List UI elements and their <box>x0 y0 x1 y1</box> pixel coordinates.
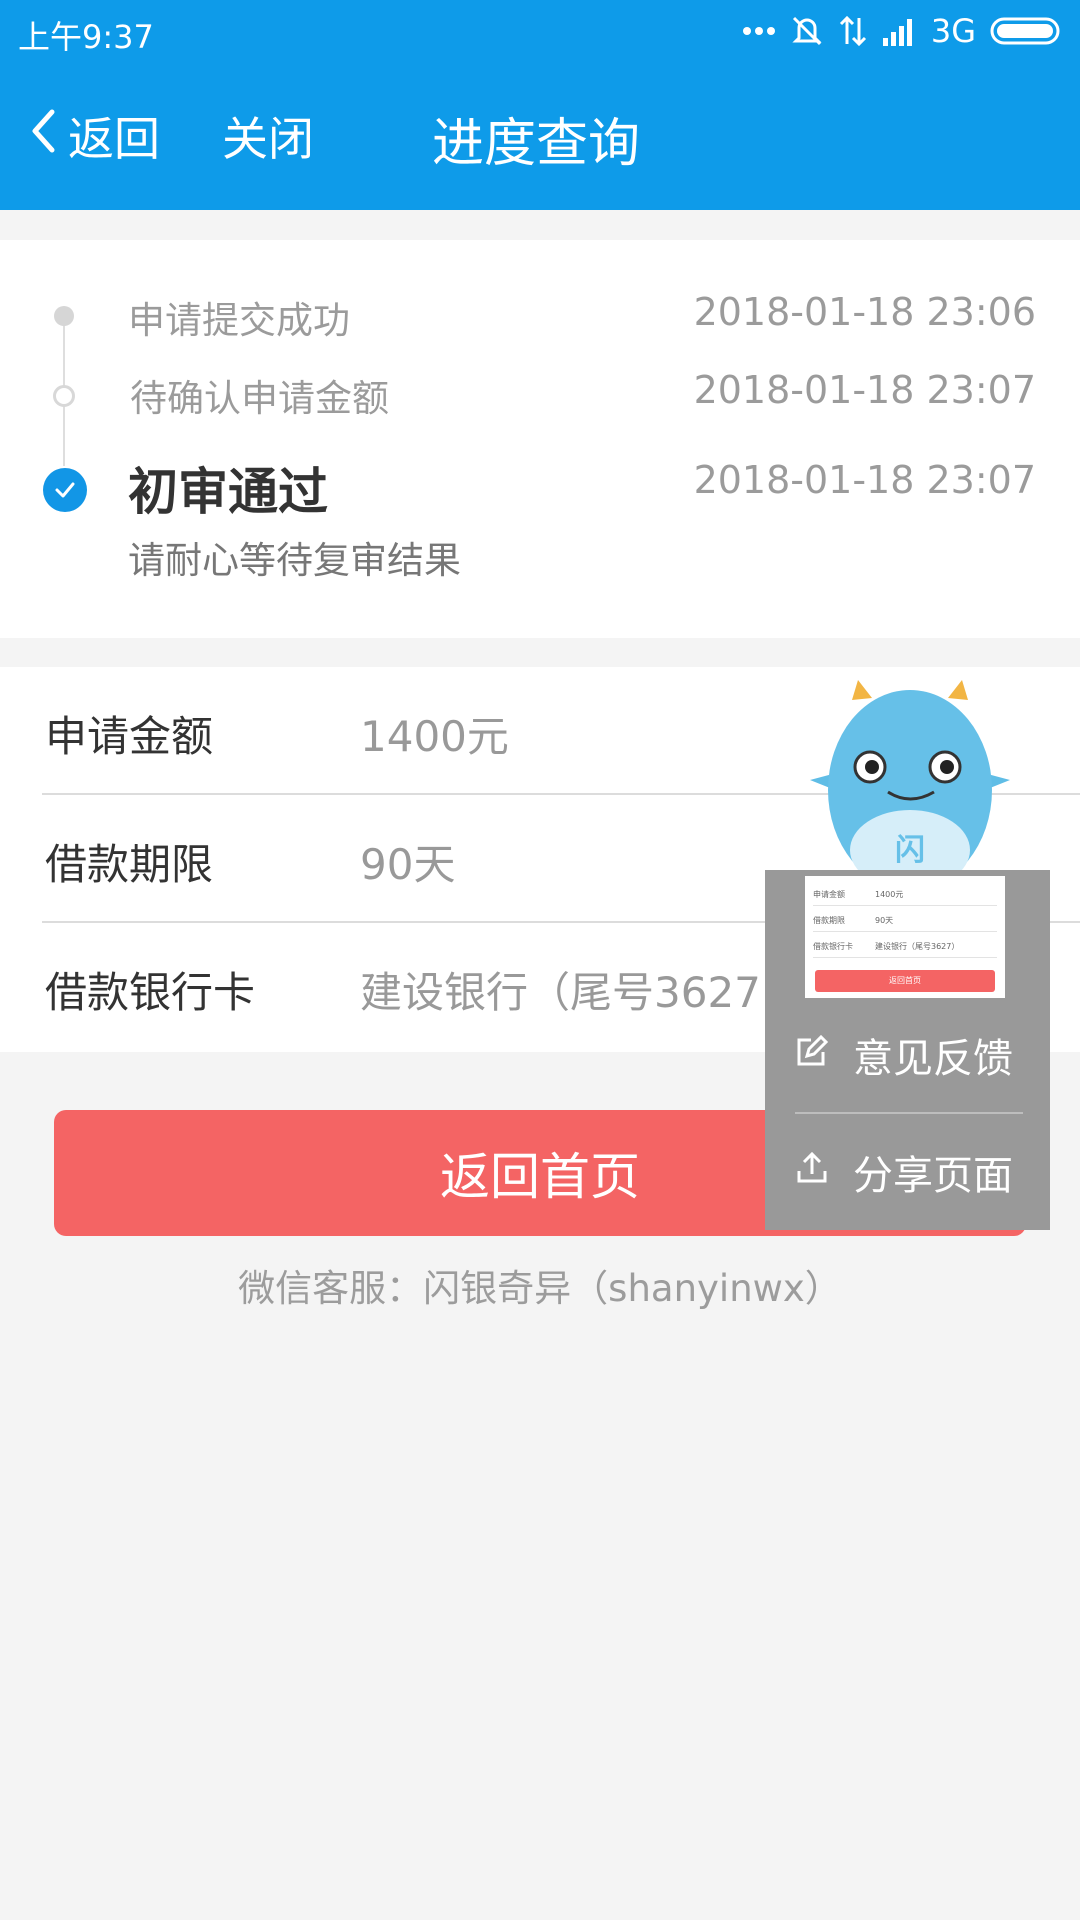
feedback-label: 意见反馈 <box>853 1036 1013 1082</box>
thumb-row: 借款期限 90天 <box>813 906 997 932</box>
status-bar: 上午9:37 3G <box>0 0 1080 62</box>
thumb-label: 借款银行卡 <box>813 942 853 951</box>
step-time: 2018-01-18 23:06 <box>693 290 1036 334</box>
share-menu-item[interactable]: 分享页面 <box>795 1132 1035 1212</box>
nav-bar: 返回 关闭 进度查询 <box>0 95 1080 175</box>
mute-icon <box>789 14 825 48</box>
back-button[interactable]: 返回 <box>30 103 160 169</box>
status-icons: 3G <box>742 10 1062 52</box>
top-bar: 上午9:37 3G 返回 关闭 进度查询 <box>0 0 1080 210</box>
page-thumbnail: 申请金额 1400元 借款期限 90天 借款银行卡 建设银行（尾号3627） 返… <box>805 876 1005 998</box>
progress-card: 申请提交成功 2018-01-18 23:06 待确认申请金额 2018-01-… <box>0 240 1080 638</box>
thumb-row: 借款银行卡 建设银行（尾号3627） <box>813 932 997 958</box>
share-label: 分享页面 <box>853 1153 1013 1199</box>
step-label: 待确认申请金额 <box>130 377 389 420</box>
timeline-dot-done <box>54 306 74 326</box>
network-type: 3G <box>930 12 976 50</box>
step-time: 2018-01-18 23:07 <box>693 458 1036 502</box>
edit-icon <box>795 1032 829 1078</box>
timeline-dot-pending <box>53 385 75 407</box>
step-label: 申请提交成功 <box>128 299 350 342</box>
chevron-left-icon <box>30 108 56 165</box>
feedback-menu-item[interactable]: 意见反馈 <box>795 1015 1035 1095</box>
step-note: 请耐心等待复审结果 <box>128 539 461 582</box>
check-circle-icon <box>43 468 87 512</box>
signal-icon <box>881 16 917 46</box>
thumb-value: 1400元 <box>875 890 904 899</box>
more-dots-icon <box>742 26 775 36</box>
thumb-row: 申请金额 1400元 <box>813 880 997 906</box>
step-time: 2018-01-18 23:07 <box>693 368 1036 412</box>
mascot-image[interactable]: 闪 <box>800 680 1020 890</box>
thumb-value: 90天 <box>875 916 894 925</box>
thumb-label: 借款期限 <box>813 916 845 925</box>
status-time: 上午9:37 <box>18 18 154 56</box>
thumb-button: 返回首页 <box>815 970 995 992</box>
svg-text:闪: 闪 <box>895 833 925 868</box>
thumb-value: 建设银行（尾号3627） <box>875 942 960 951</box>
close-button[interactable]: 关闭 <box>222 103 314 169</box>
info-value: 90天 <box>360 840 456 889</box>
upload-icon <box>795 1149 829 1195</box>
customer-service-text: 微信客服：闪银奇异（shanyinwx） <box>238 1267 842 1310</box>
info-label: 借款银行卡 <box>45 968 256 1017</box>
info-value: 1400元 <box>360 712 509 761</box>
current-step-label: 初审通过 <box>128 463 328 521</box>
info-label: 申请金额 <box>45 712 214 761</box>
page-title: 进度查询 <box>432 114 641 174</box>
info-value: 建设银行（尾号3627 <box>360 968 761 1017</box>
data-transfer-icon <box>839 14 867 48</box>
back-label: 返回 <box>68 112 160 166</box>
thumb-label: 申请金额 <box>813 890 845 899</box>
divider <box>795 1112 1023 1114</box>
info-label: 借款期限 <box>45 840 214 889</box>
battery-icon <box>990 17 1062 45</box>
share-popup: 申请金额 1400元 借款期限 90天 借款银行卡 建设银行（尾号3627） 返… <box>765 870 1050 1230</box>
